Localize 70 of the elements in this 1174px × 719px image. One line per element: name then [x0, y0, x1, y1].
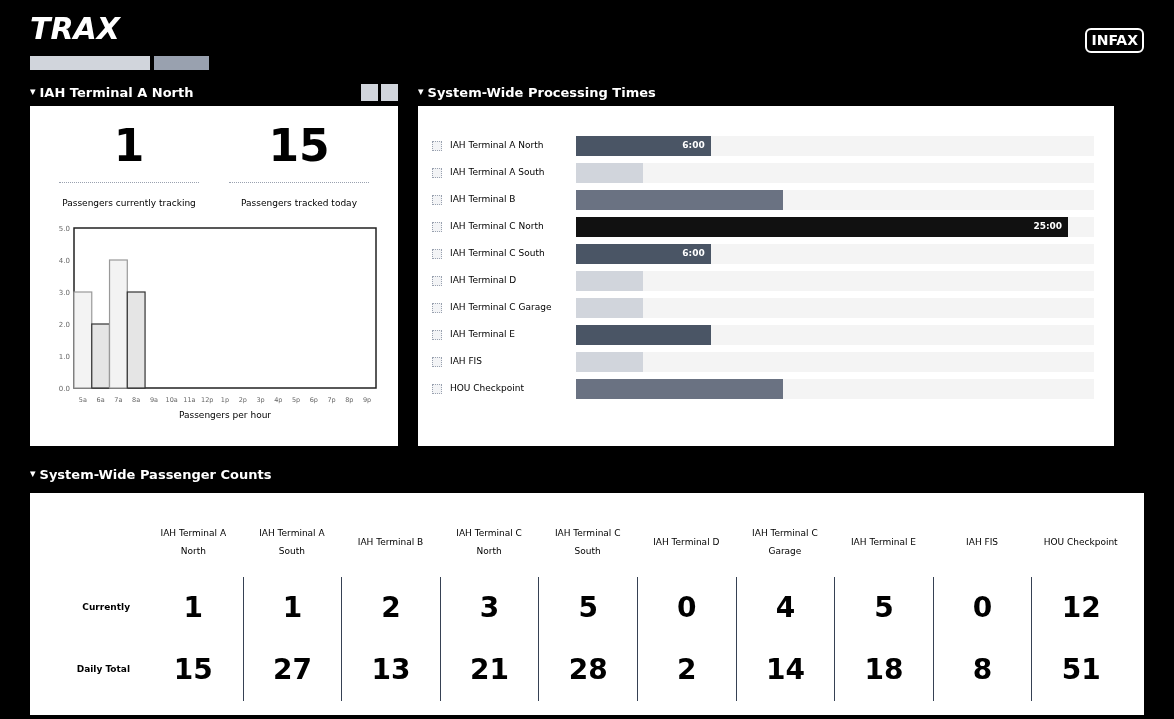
column-header: IAH Terminal A South: [258, 527, 326, 558]
legend-swatch: [432, 356, 442, 367]
stat-label: Passengers currently tracking: [62, 196, 196, 210]
column-header: IAH FIS: [966, 536, 999, 549]
stat-value: 15: [229, 123, 369, 183]
row-label: IAH Terminal A South: [450, 165, 546, 179]
stat-value: 1: [59, 123, 199, 183]
bar-value: 6:00: [682, 246, 705, 260]
section-title[interactable]: System-Wide Processing Times: [427, 82, 656, 103]
count-value: 4: [775, 590, 796, 626]
column-header: IAH Terminal C South: [553, 527, 622, 558]
count-value: 0: [972, 590, 993, 626]
count-value: 5: [874, 590, 894, 626]
row-label: Currently: [82, 601, 130, 615]
legend-swatch: [432, 248, 442, 259]
bar-value: 6:00: [682, 138, 705, 152]
row-label: IAH Terminal C Garage: [450, 300, 553, 314]
column-header: IAH Terminal E: [850, 536, 916, 549]
row-label: IAH Terminal E: [450, 327, 517, 341]
legend-swatch: [432, 221, 442, 232]
count-value: 27: [272, 652, 312, 688]
count-value: 2: [381, 590, 401, 626]
column-header: IAH Terminal B: [357, 536, 424, 549]
row-label: Daily Total: [76, 663, 130, 677]
count-value: 21: [470, 652, 510, 688]
stat-label: Passengers tracked today: [241, 196, 357, 210]
column-header: IAH Terminal D: [653, 536, 720, 549]
row-label: IAH FIS: [450, 354, 483, 368]
row-label: IAH Terminal C South: [450, 246, 546, 260]
bar-value: 25:00: [1033, 219, 1063, 233]
caret-icon[interactable]: ▾: [418, 84, 424, 101]
axis-title: Passengers per hour: [178, 410, 272, 421]
column-header: IAH Terminal A North: [159, 527, 228, 558]
legend-swatch: [432, 194, 442, 205]
section-title[interactable]: IAH Terminal A North: [39, 82, 194, 103]
count-value: 1: [282, 590, 303, 626]
legend-swatch: [432, 275, 442, 286]
count-value: 0: [677, 590, 697, 626]
section-title[interactable]: System-Wide Passenger Counts: [39, 464, 272, 485]
column-header: IAH Terminal C North: [455, 527, 523, 558]
row-label: IAH Terminal C North: [450, 219, 545, 233]
caret-icon[interactable]: ▾: [30, 84, 36, 101]
count-value: 14: [765, 652, 805, 688]
row-label: IAH Terminal A North: [450, 138, 545, 152]
count-value: 5: [578, 590, 598, 626]
count-value: 51: [1061, 652, 1101, 688]
count-value: 13: [371, 652, 411, 688]
legend-swatch: [432, 383, 442, 394]
count-value: 15: [173, 652, 213, 688]
logo: TRAX: [30, 14, 122, 44]
column-header: HOU Checkpoint: [1043, 536, 1118, 549]
caret-icon[interactable]: ▾: [30, 466, 36, 483]
previous-button[interactable]: [361, 84, 378, 102]
legend-swatch: [432, 140, 442, 151]
legend-swatch: [432, 329, 442, 340]
legend-swatch: [432, 167, 442, 178]
row-label: IAH Terminal B: [450, 192, 517, 206]
row-label: IAH Terminal D: [450, 273, 518, 287]
brand-logo: INFAX: [1085, 28, 1144, 53]
legend-swatch: [432, 302, 442, 313]
next-button[interactable]: [381, 84, 398, 102]
column-header: IAH Terminal C Garage: [751, 527, 819, 558]
row-label: HOU Checkpoint: [450, 381, 525, 395]
count-value: 18: [864, 652, 904, 688]
count-value: 8: [972, 652, 993, 688]
count-value: 3: [479, 590, 500, 626]
count-value: 2: [677, 652, 697, 688]
count-value: 1: [183, 590, 204, 626]
count-value: 28: [568, 652, 608, 688]
count-value: 12: [1061, 590, 1101, 626]
